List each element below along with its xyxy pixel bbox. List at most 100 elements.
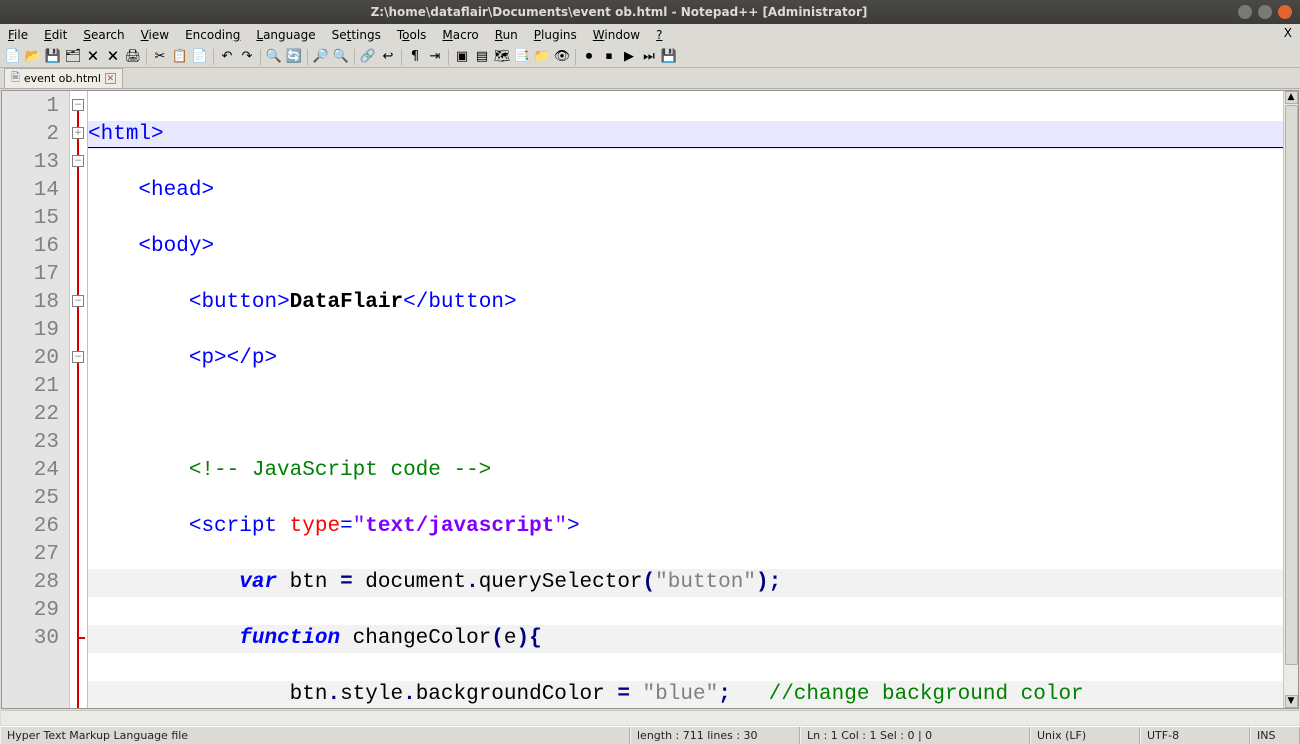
code-area[interactable]: <html> <head> <body> <button>DataFlair</…	[88, 91, 1283, 708]
separator-icon	[575, 49, 576, 65]
menu-search[interactable]: Search	[75, 26, 132, 44]
new-file-icon[interactable]: 📄	[4, 48, 22, 66]
fold-icon[interactable]: ▣	[453, 48, 471, 66]
save-macro-icon[interactable]: 💾	[660, 48, 678, 66]
save-icon[interactable]: 💾	[44, 48, 62, 66]
editor[interactable]: 1 2 13 14 15 16 17 18 19 20 21 22 23 24 …	[1, 90, 1299, 709]
line-number: 21	[2, 373, 59, 401]
statusbar: Hyper Text Markup Language file length :…	[0, 726, 1300, 744]
menu-view[interactable]: View	[133, 26, 177, 44]
tabbar: 🗎 event ob.html ✕	[0, 68, 1300, 89]
window-title: Z:\home\dataflair\Documents\event ob.htm…	[0, 5, 1238, 19]
menu-help[interactable]: ?	[648, 26, 670, 44]
maximize-button[interactable]	[1258, 5, 1272, 19]
fold-toggle-icon[interactable]: −	[72, 295, 84, 307]
close-button[interactable]	[1278, 5, 1292, 19]
indent-guide-icon[interactable]: ⇥	[426, 48, 444, 66]
fold-toggle-icon[interactable]: +	[72, 127, 84, 139]
monitoring-icon[interactable]: 👁	[553, 48, 571, 66]
line-number: 22	[2, 401, 59, 429]
wrap-icon[interactable]: ↩	[379, 48, 397, 66]
separator-icon	[448, 49, 449, 65]
paste-icon[interactable]: 📄	[191, 48, 209, 66]
menu-file[interactable]: File	[0, 26, 36, 44]
stop-icon[interactable]: ⏹	[600, 48, 618, 66]
line-number: 13	[2, 149, 59, 177]
tab-close-icon[interactable]: ✕	[105, 73, 116, 84]
line-number: 1	[2, 93, 59, 121]
menu-macro[interactable]: Macro	[434, 26, 486, 44]
line-number: 20	[2, 345, 59, 373]
menu-edit[interactable]: Edit	[36, 26, 75, 44]
file-tab[interactable]: 🗎 event ob.html ✕	[4, 68, 123, 88]
line-number: 16	[2, 233, 59, 261]
zoom-in-icon[interactable]: 🔎	[312, 48, 330, 66]
line-number: 27	[2, 541, 59, 569]
status-position: Ln : 1 Col : 1 Sel : 0 | 0	[800, 727, 1030, 744]
minimize-button[interactable]	[1238, 5, 1252, 19]
fold-toggle-icon[interactable]: −	[72, 155, 84, 167]
play-icon[interactable]: ▶	[620, 48, 638, 66]
play-multi-icon[interactable]: ⏭	[640, 48, 658, 66]
separator-icon	[401, 49, 402, 65]
print-icon[interactable]: 🖨	[124, 48, 142, 66]
menu-window[interactable]: Window	[585, 26, 648, 44]
record-icon[interactable]: ⏺	[580, 48, 598, 66]
head-fold-rule	[88, 147, 1283, 148]
scroll-thumb[interactable]	[1285, 105, 1298, 665]
line-number: 15	[2, 205, 59, 233]
all-chars-icon[interactable]: ¶	[406, 48, 424, 66]
line-number: 17	[2, 261, 59, 289]
find-icon[interactable]: 🔍	[265, 48, 283, 66]
cut-icon[interactable]: ✂	[151, 48, 169, 66]
status-encoding: UTF-8	[1140, 727, 1250, 744]
menu-plugins[interactable]: Plugins	[526, 26, 585, 44]
line-number: 25	[2, 485, 59, 513]
status-mode: INS	[1250, 727, 1300, 744]
line-number: 28	[2, 569, 59, 597]
redo-icon[interactable]: ↷	[238, 48, 256, 66]
menubar-close-icon[interactable]: X	[1284, 26, 1292, 40]
undo-icon[interactable]: ↶	[218, 48, 236, 66]
close-all-icon[interactable]: 🗙	[104, 48, 122, 66]
menu-language[interactable]: Language	[248, 26, 323, 44]
line-number: 23	[2, 429, 59, 457]
menu-run[interactable]: Run	[487, 26, 526, 44]
func-list-icon[interactable]: 📑	[513, 48, 531, 66]
replace-icon[interactable]: 🔄	[285, 48, 303, 66]
separator-icon	[213, 49, 214, 65]
separator-icon	[260, 49, 261, 65]
status-eol: Unix (LF)	[1030, 727, 1140, 744]
save-all-icon[interactable]: 🗂	[64, 48, 82, 66]
line-number: 19	[2, 317, 59, 345]
fold-toggle-icon[interactable]: −	[72, 351, 84, 363]
status-filetype: Hyper Text Markup Language file	[0, 727, 630, 744]
line-number: 2	[2, 121, 59, 149]
vertical-scrollbar[interactable]: ▲ ▼	[1283, 91, 1298, 708]
horizontal-scrollbar[interactable]	[1, 710, 1299, 725]
scroll-up-icon[interactable]: ▲	[1285, 91, 1298, 104]
fold-end-icon	[77, 631, 85, 639]
fold-toggle-icon[interactable]: −	[72, 99, 84, 111]
menu-settings[interactable]: Settings	[324, 26, 389, 44]
separator-icon	[354, 49, 355, 65]
separator-icon	[146, 49, 147, 65]
unfold-icon[interactable]: ▤	[473, 48, 491, 66]
doc-map-icon[interactable]: 🗺	[493, 48, 511, 66]
folder-view-icon[interactable]: 📁	[533, 48, 551, 66]
open-icon[interactable]: 📂	[24, 48, 42, 66]
menu-encoding[interactable]: Encoding	[177, 26, 248, 44]
menu-tools[interactable]: Tools	[389, 26, 435, 44]
line-number: 24	[2, 457, 59, 485]
line-number: 26	[2, 513, 59, 541]
scroll-down-icon[interactable]: ▼	[1285, 695, 1298, 708]
copy-icon[interactable]: 📋	[171, 48, 189, 66]
close-file-icon[interactable]: 🗙	[84, 48, 102, 66]
separator-icon	[307, 49, 308, 65]
menubar: File Edit Search View Encoding Language …	[0, 24, 1300, 46]
sync-scroll-icon[interactable]: 🔗	[359, 48, 377, 66]
window-controls	[1238, 5, 1300, 19]
fold-column[interactable]: − + − − −	[70, 91, 88, 708]
file-tab-icon: 🗎	[11, 69, 20, 88]
zoom-out-icon[interactable]: 🔍	[332, 48, 350, 66]
